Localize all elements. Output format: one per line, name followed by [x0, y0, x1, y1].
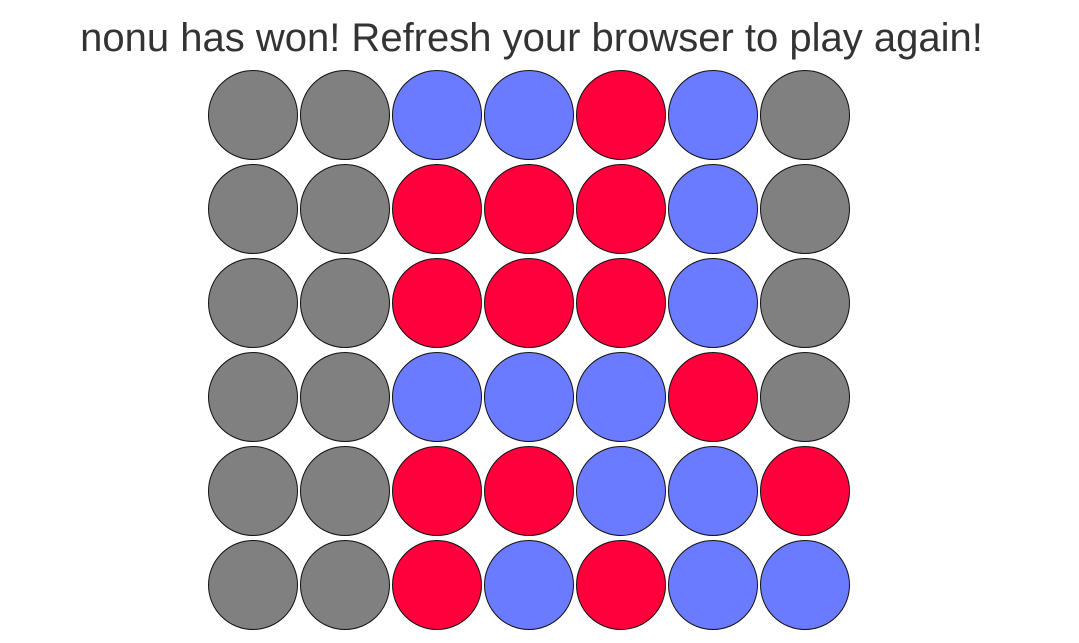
- board-cell-red[interactable]: [392, 164, 482, 254]
- board-cell-blue[interactable]: [392, 70, 482, 160]
- board-cell-red[interactable]: [576, 70, 666, 160]
- board-cell-blue[interactable]: [484, 70, 574, 160]
- board-cell-red[interactable]: [392, 258, 482, 348]
- board-cell-empty[interactable]: [300, 164, 390, 254]
- board-cell-red[interactable]: [760, 446, 850, 536]
- board-cell-empty[interactable]: [760, 70, 850, 160]
- board-cell-red[interactable]: [484, 258, 574, 348]
- board-cell-blue[interactable]: [668, 446, 758, 536]
- board-cell-empty[interactable]: [208, 164, 298, 254]
- board-cell-empty[interactable]: [208, 258, 298, 348]
- board-cell-blue[interactable]: [668, 164, 758, 254]
- board-cell-empty[interactable]: [300, 70, 390, 160]
- board-cell-empty[interactable]: [300, 258, 390, 348]
- board-cell-red[interactable]: [576, 258, 666, 348]
- board-cell-blue[interactable]: [760, 540, 850, 630]
- board-cell-blue[interactable]: [668, 258, 758, 348]
- board-cell-red[interactable]: [668, 352, 758, 442]
- board-cell-blue[interactable]: [668, 70, 758, 160]
- board-cell-blue[interactable]: [668, 540, 758, 630]
- board-cell-empty[interactable]: [300, 540, 390, 630]
- game-status-message: nonu has won! Refresh your browser to pl…: [80, 16, 983, 60]
- board-cell-blue[interactable]: [576, 352, 666, 442]
- game-board: [208, 70, 850, 630]
- board-cell-blue[interactable]: [484, 352, 574, 442]
- board-cell-red[interactable]: [484, 446, 574, 536]
- board-cell-empty[interactable]: [300, 446, 390, 536]
- board-cell-empty[interactable]: [208, 70, 298, 160]
- board-cell-blue[interactable]: [484, 540, 574, 630]
- board-cell-blue[interactable]: [576, 446, 666, 536]
- board-cell-empty[interactable]: [760, 258, 850, 348]
- board-cell-red[interactable]: [576, 164, 666, 254]
- board-cell-red[interactable]: [576, 540, 666, 630]
- board-cell-red[interactable]: [484, 164, 574, 254]
- board-cell-empty[interactable]: [760, 352, 850, 442]
- board-cell-empty[interactable]: [300, 352, 390, 442]
- board-cell-empty[interactable]: [760, 164, 850, 254]
- board-cell-empty[interactable]: [208, 352, 298, 442]
- board-cell-red[interactable]: [392, 540, 482, 630]
- board-cell-empty[interactable]: [208, 446, 298, 536]
- board-cell-red[interactable]: [392, 446, 482, 536]
- board-cell-empty[interactable]: [208, 540, 298, 630]
- board-cell-blue[interactable]: [392, 352, 482, 442]
